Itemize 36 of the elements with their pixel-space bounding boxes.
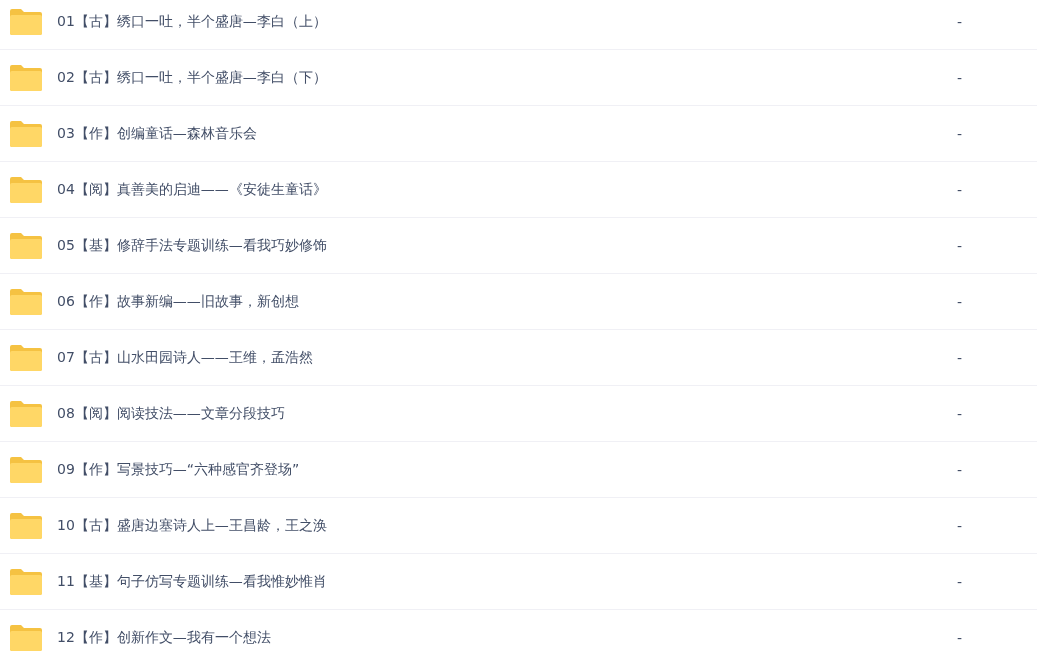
file-size: - xyxy=(957,349,964,366)
file-size: - xyxy=(957,405,964,422)
folder-icon xyxy=(10,456,42,483)
folder-name[interactable]: 09【作】写景技巧—“六种感官齐登场” xyxy=(57,460,957,479)
folder-name[interactable]: 08【阅】阅读技法——文章分段技巧 xyxy=(57,404,957,423)
folder-icon xyxy=(10,8,42,35)
file-size: - xyxy=(957,69,964,86)
folder-name[interactable]: 11【基】句子仿写专题训练—看我惟妙惟肖 xyxy=(57,572,957,591)
folder-name[interactable]: 04【阅】真善美的启迪——《安徒生童话》 xyxy=(57,180,957,199)
folder-icon xyxy=(10,400,42,427)
folder-icon xyxy=(10,120,42,147)
folder-icon xyxy=(10,568,42,595)
folder-icon xyxy=(10,512,42,539)
folder-icon xyxy=(10,64,42,91)
folder-name[interactable]: 02【古】绣口一吐，半个盛唐—李白（下） xyxy=(57,68,957,87)
folder-icon xyxy=(10,232,42,259)
file-size: - xyxy=(957,573,964,590)
file-size: - xyxy=(957,181,964,198)
file-size: - xyxy=(957,293,964,310)
file-size: - xyxy=(957,517,964,534)
folder-icon xyxy=(10,176,42,203)
file-size: - xyxy=(957,461,964,478)
folder-name[interactable]: 01【古】绣口一吐，半个盛唐—李白（上） xyxy=(57,12,957,31)
folder-name[interactable]: 07【古】山水田园诗人——王维，孟浩然 xyxy=(57,348,957,367)
folder-name[interactable]: 05【基】修辞手法专题训练—看我巧妙修饰 xyxy=(57,236,957,255)
folder-name[interactable]: 06【作】故事新编——旧故事，新创想 xyxy=(57,292,957,311)
file-size: - xyxy=(957,125,964,142)
folder-icon xyxy=(10,344,42,371)
folder-name[interactable]: 03【作】创编童话—森林音乐会 xyxy=(57,124,957,143)
folder-name[interactable]: 12【作】创新作文—我有一个想法 xyxy=(57,628,957,647)
folder-icon xyxy=(10,288,42,315)
folder-name[interactable]: 10【古】盛唐边塞诗人上—王昌龄，王之涣 xyxy=(57,516,957,535)
folder-icon xyxy=(10,624,42,651)
file-size: - xyxy=(957,629,964,646)
file-size: - xyxy=(957,237,964,254)
file-size: - xyxy=(957,13,964,30)
